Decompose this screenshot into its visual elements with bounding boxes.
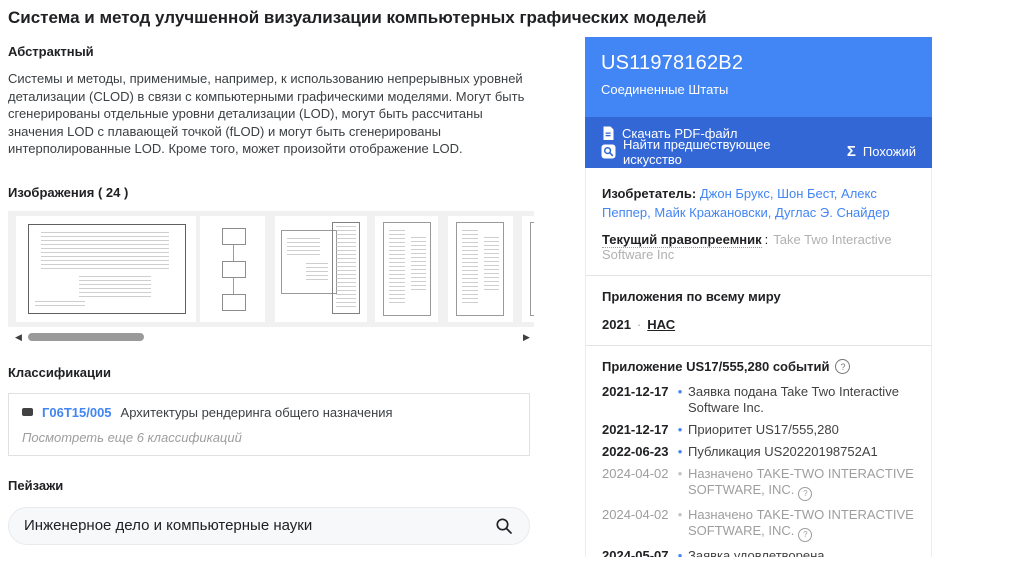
landscapes-heading: Пейзажи	[8, 478, 534, 493]
inventor-link[interactable]: Джон Брукс	[700, 186, 777, 201]
figure-sketch	[281, 230, 337, 294]
help-icon[interactable]: ?	[798, 528, 812, 542]
figure-thumbnail[interactable]	[275, 216, 367, 322]
patent-page: Система и метод улучшенной визуализации …	[0, 8, 1024, 566]
figures-carousel[interactable]	[8, 211, 534, 327]
find-prior-art-label: Найти предшествующее искусство	[623, 137, 825, 167]
assignee-row: Текущий правопреемник:Take Two Interacti…	[602, 232, 915, 262]
sigma-icon: Σ	[847, 143, 856, 160]
divider	[586, 275, 931, 276]
figure-sketch	[383, 222, 431, 316]
machine-classification-icon	[22, 408, 33, 416]
timeline-row: 2024-04-02 • Назначено TAKE-TWO INTERACT…	[602, 466, 915, 501]
event-date: 2022-06-23	[602, 444, 672, 460]
timeline-row: 2022-06-23 • Публикация US20220198752A1	[602, 444, 915, 460]
patent-action-bar: Скачать PDF-файл Найти предшествующее ис…	[585, 117, 932, 168]
inventor-link[interactable]: Шон Бест	[777, 186, 841, 201]
event-date: 2021-12-17	[602, 384, 672, 416]
similar-link[interactable]: Σ Похожий	[847, 143, 916, 160]
timeline-row: 2024-05-07 • Заявка удовлетворена	[602, 548, 915, 557]
figure-thumbnail[interactable]	[375, 216, 438, 322]
similar-label: Похожий	[863, 144, 916, 159]
worldwide-year-row: 2021 · НАС	[602, 317, 915, 332]
patent-summary-panel: US11978162B2 Соединенные Штаты Скачать	[585, 37, 932, 557]
divider	[586, 345, 931, 346]
classifications-box: Г06Т15/005 Архитектуры рендеринга общего…	[8, 393, 530, 456]
inventors-row: Изобретатель: Джон БруксШон БестАлекс Пе…	[602, 184, 915, 222]
carousel-left-arrow-icon[interactable]: ◀	[15, 331, 22, 343]
patent-details-card: Изобретатель: Джон БруксШон БестАлекс Пе…	[585, 168, 932, 557]
classifications-heading: Классификации	[8, 365, 534, 380]
landscapes-search-value: Инженерное дело и компьютерные науки	[24, 517, 312, 534]
patent-number: US11978162B2	[601, 52, 916, 75]
application-events-title: Приложение US17/555,280 событий	[602, 359, 829, 374]
carousel-scroll-row: ◀ ▶	[8, 331, 534, 343]
worldwide-year: 2021	[602, 317, 631, 332]
timeline-row: 2024-04-02 • Назначено TAKE-TWO INTERACT…	[602, 507, 915, 542]
event-text: Назначено TAKE-TWO INTERACTIVE SOFTWARE,…	[688, 466, 915, 501]
carousel-right-arrow-icon[interactable]: ▶	[523, 331, 530, 343]
classification-description: Архитектуры рендеринга общего назначения	[121, 405, 393, 420]
timeline-bullet-icon: •	[672, 466, 688, 501]
abstract-text: Системы и методы, применимые, например, …	[8, 70, 532, 158]
patent-header: US11978162B2 Соединенные Штаты	[585, 37, 932, 117]
events-timeline: 2021-12-17 • Заявка подана Take Two Inte…	[602, 384, 915, 557]
patent-country: Соединенные Штаты	[601, 82, 916, 97]
timeline-bullet-icon: •	[672, 548, 688, 557]
inventor-link[interactable]: Майк Кражановски	[654, 205, 775, 220]
assignee-label: Текущий правопреемник	[602, 232, 762, 248]
figure-sketch	[456, 222, 504, 316]
timeline-bullet-icon: •	[672, 422, 688, 438]
inventor-label: Изобретатель:	[602, 186, 696, 201]
help-icon[interactable]: ?	[798, 487, 812, 501]
event-text: Заявка подана Take Two Interactive Softw…	[688, 384, 915, 416]
help-icon[interactable]: ?	[835, 359, 850, 374]
worldwide-country-link[interactable]: НАС	[647, 317, 675, 332]
application-events-heading: Приложение US17/555,280 событий ?	[602, 359, 915, 374]
figure-thumbnail[interactable]	[16, 216, 196, 322]
figure-thumbnail[interactable]	[200, 216, 265, 322]
view-more-classifications-link[interactable]: Посмотреть еще 6 классификаций	[22, 430, 516, 445]
find-prior-art-link[interactable]: Найти предшествующее искусство	[601, 137, 825, 167]
event-text: Публикация US20220198752A1	[688, 444, 915, 460]
timeline-row: 2021-12-17 • Заявка подана Take Two Inte…	[602, 384, 915, 416]
event-date: 2024-04-02	[602, 466, 672, 501]
timeline-bullet-icon: •	[672, 444, 688, 460]
prior-art-search-icon	[601, 144, 616, 159]
classification-row: Г06Т15/005 Архитектуры рендеринга общего…	[22, 405, 516, 420]
assignee-separator: :	[765, 232, 769, 247]
event-text: Назначено TAKE-TWO INTERACTIVE SOFTWARE,…	[688, 507, 915, 542]
figure-sketch	[530, 222, 534, 316]
left-column: Абстрактный Системы и методы, применимые…	[8, 37, 534, 557]
worldwide-applications-heading: Приложения по всему миру	[602, 289, 915, 304]
event-date: 2024-04-02	[602, 507, 672, 542]
inventor-link[interactable]: Дуглас Э. Снайдер	[775, 205, 890, 220]
event-date: 2024-05-07	[602, 548, 672, 557]
search-icon[interactable]	[494, 516, 514, 536]
images-heading: Изображения ( 24 )	[8, 185, 534, 200]
carousel-scrollbar[interactable]	[28, 333, 144, 341]
landscapes-search[interactable]: Инженерное дело и компьютерные науки	[8, 507, 530, 545]
figure-thumbnail[interactable]	[522, 216, 534, 322]
page-title: Система и метод улучшенной визуализации …	[8, 8, 1024, 28]
figure-thumbnail[interactable]	[448, 216, 513, 322]
timeline-bullet-icon: •	[672, 384, 688, 416]
timeline-bullet-icon: •	[672, 507, 688, 542]
figure-sketch	[28, 224, 186, 314]
event-text: Заявка удовлетворена	[688, 548, 915, 557]
dot-separator: ·	[637, 317, 641, 332]
event-date: 2021-12-17	[602, 422, 672, 438]
timeline-row: 2021-12-17 • Приоритет US17/555,280	[602, 422, 915, 438]
abstract-heading: Абстрактный	[8, 44, 534, 59]
event-text: Приоритет US17/555,280	[688, 422, 915, 438]
classification-code-link[interactable]: Г06Т15/005	[42, 405, 112, 420]
